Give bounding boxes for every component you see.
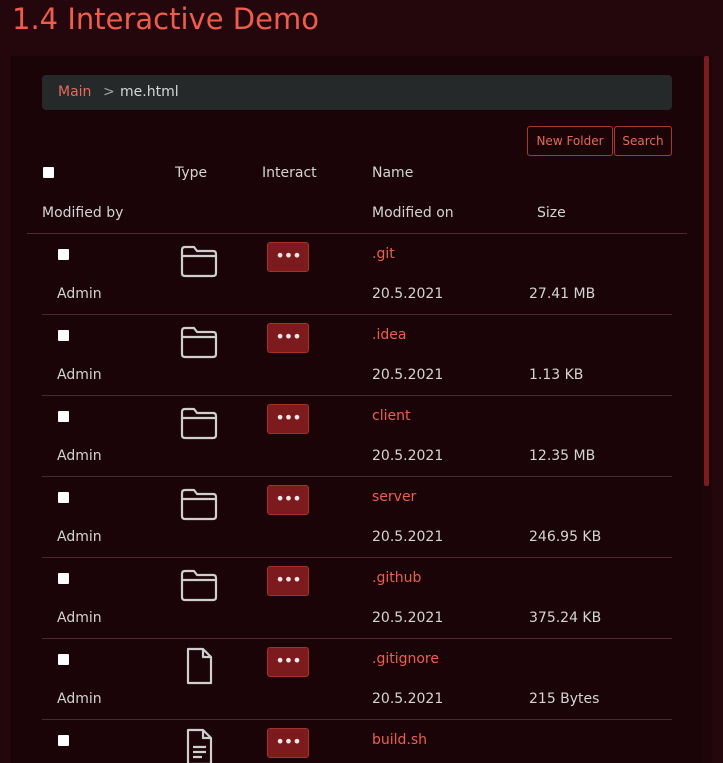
row-modified-on: 20.5.2021 [372,529,444,545]
row-actions-button[interactable]: ••• [267,242,309,272]
row-size: 215 Bytes [529,691,600,707]
row-name-link[interactable]: .gitignore [372,651,439,667]
row-size: 1.13 KB [529,367,584,383]
folder-icon [179,565,219,605]
header-modified-by[interactable]: Modified by [42,205,123,221]
row-name-link[interactable]: server [372,489,416,505]
header-name[interactable]: Name [372,165,413,181]
header-type: Type [175,165,208,181]
row-modified-by: Admin [57,448,102,464]
scrollbar[interactable] [701,56,712,763]
row-size: 246.95 KB [529,529,602,545]
row-divider [42,476,672,477]
row-modified-on: 20.5.2021 [372,610,444,626]
header-size[interactable]: Size [537,205,566,221]
breadcrumb: Main > me.html [42,75,672,110]
header-modified-on[interactable]: Modified on [372,205,454,221]
row-actions-button[interactable]: ••• [267,323,309,353]
row-checkbox[interactable] [58,735,69,746]
row-checkbox[interactable] [58,411,69,422]
row-modified-on: 20.5.2021 [372,448,444,464]
row-divider [42,638,672,639]
file-icon [179,646,219,686]
search-button[interactable]: Search [614,126,672,156]
row-modified-by: Admin [57,367,102,383]
row-divider [42,395,672,396]
file-manager-panel: Main > me.html New Folder Search Type In… [11,56,712,763]
row-modified-by: Admin [57,286,102,302]
breadcrumb-current: me.html [120,84,179,100]
folder-icon [179,484,219,524]
new-folder-button[interactable]: New Folder [527,126,613,156]
scrollbar-thumb[interactable] [704,56,709,486]
row-name-link[interactable]: build.sh [372,732,427,748]
row-checkbox[interactable] [58,492,69,503]
header-interact: Interact [262,165,317,181]
row-divider [42,719,672,720]
row-modified-on: 20.5.2021 [372,367,444,383]
row-actions-button[interactable]: ••• [267,728,309,758]
row-name-link[interactable]: client [372,408,410,424]
text-file-icon [179,727,219,763]
row-modified-by: Admin [57,691,102,707]
row-size: 375.24 KB [529,610,602,626]
row-actions-button[interactable]: ••• [267,404,309,434]
breadcrumb-main-link[interactable]: Main [58,75,91,110]
row-name-link[interactable]: .github [372,570,421,586]
page-title: 1.4 Interactive Demo [12,2,319,36]
folder-icon [179,403,219,443]
row-checkbox[interactable] [58,573,69,584]
row-checkbox[interactable] [58,330,69,341]
row-size: 27.41 MB [529,286,596,302]
row-checkbox[interactable] [58,249,69,260]
select-all-checkbox[interactable] [43,167,54,178]
row-actions-button[interactable]: ••• [267,485,309,515]
row-modified-by: Admin [57,610,102,626]
row-checkbox[interactable] [58,654,69,665]
row-name-link[interactable]: .idea [372,327,406,343]
row-actions-button[interactable]: ••• [267,566,309,596]
header-divider [27,233,687,234]
folder-icon [179,322,219,362]
row-name-link[interactable]: .git [372,246,395,262]
row-actions-button[interactable]: ••• [267,647,309,677]
row-divider [42,314,672,315]
row-modified-on: 20.5.2021 [372,691,444,707]
row-modified-on: 20.5.2021 [372,286,444,302]
folder-icon [179,241,219,281]
row-size: 12.35 MB [529,448,596,464]
breadcrumb-separator: > [103,84,115,100]
row-divider [42,557,672,558]
row-modified-by: Admin [57,529,102,545]
